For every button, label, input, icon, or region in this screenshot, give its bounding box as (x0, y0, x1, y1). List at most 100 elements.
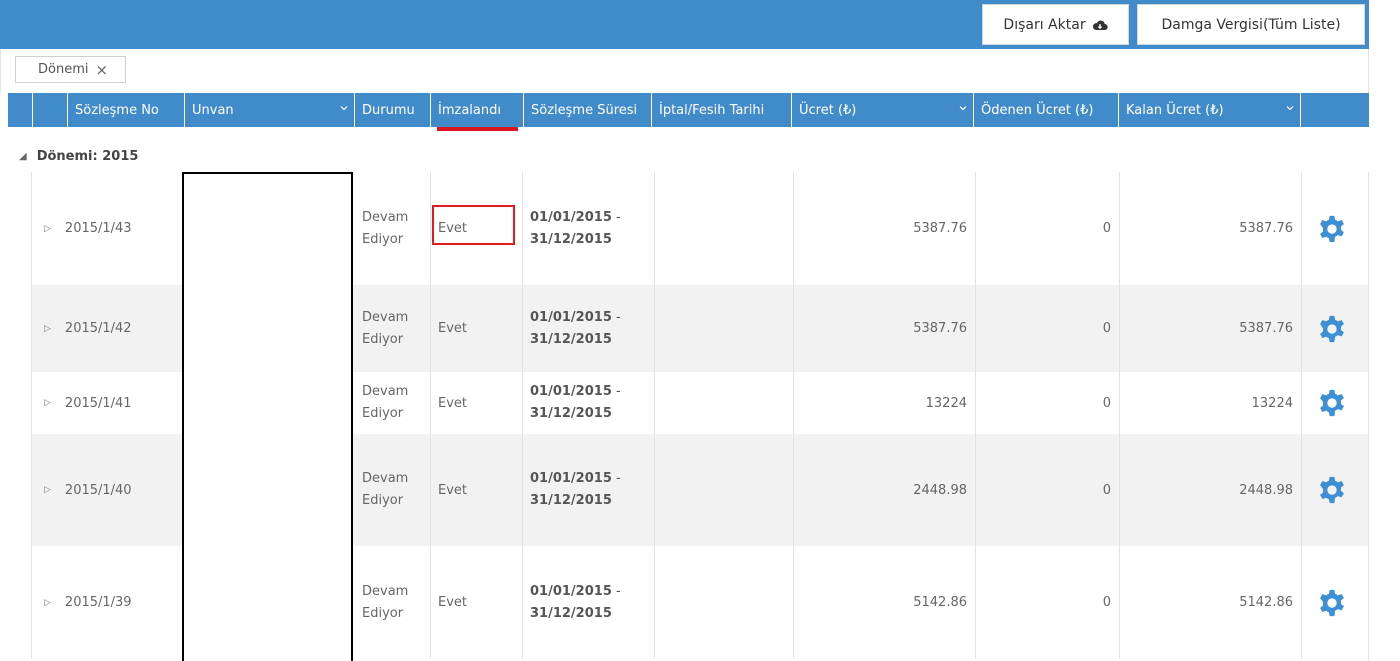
cell-sozlesme-suresi: 01/01/2015 -31/12/2015 (530, 209, 621, 247)
cell-durumu: Devam Ediyor (362, 434, 432, 546)
status-line-2: Ediyor (362, 231, 404, 247)
header-label: İptal/Fesih Tarihi (659, 102, 765, 118)
status-line-2: Ediyor (362, 493, 404, 508)
remaining-value: 5387.76 (1239, 321, 1293, 336)
header-unvan[interactable]: Unvan (184, 93, 354, 127)
end-date: 31/12/2015 (530, 331, 612, 347)
fee-value: 13224 (925, 395, 967, 411)
grid-header: Sözleşme No Unvan Durumu İmzalandı Sözle… (8, 93, 1369, 127)
expand-arrow-icon[interactable]: ▷ (44, 485, 51, 495)
header-label: Sözleşme Süresi (531, 102, 638, 118)
contract-no: 2015/1/40 (64, 482, 132, 498)
header-label: Unvan (192, 102, 234, 118)
cell-actions (1317, 172, 1367, 285)
cell-sozlesme-no: ▷ 2015/1/42 (32, 285, 184, 372)
cell-actions (1317, 434, 1367, 546)
remaining-value: 2448.98 (1239, 482, 1293, 498)
paid-value: 0 (1102, 221, 1111, 236)
expand-arrow-icon[interactable]: ▷ (44, 324, 51, 334)
cell-kalan: 5387.76 (1119, 285, 1301, 372)
cell-durumu: Devam Ediyor (362, 372, 432, 434)
close-icon[interactable]: × (95, 61, 108, 79)
signed-value: Evet (438, 395, 468, 411)
header-sozlesme-suresi[interactable]: Sözleşme Süresi (523, 93, 651, 127)
status-line-1: Devam (362, 471, 409, 486)
cell-sozlesme-no: ▷ 2015/1/40 (32, 434, 184, 546)
status-line-1: Devam (362, 583, 409, 599)
cell-ucret: 13224 (793, 372, 975, 434)
top-toolbar: Dışarı Aktar Damga Vergisi(Tüm Liste) (0, 0, 1369, 49)
chevron-down-icon[interactable] (340, 104, 348, 112)
group-chip-label: Dönemi (38, 62, 89, 77)
cell-actions (1317, 285, 1367, 372)
fee-value: 5387.76 (913, 221, 967, 236)
stamp-tax-button[interactable]: Damga Vergisi(Tüm Liste) (1137, 4, 1365, 45)
end-date: 31/12/2015 (530, 493, 612, 508)
header-odenen-ucret[interactable]: Ödenen Ücret (₺) (973, 93, 1118, 127)
end-date: 31/12/2015 (530, 406, 612, 421)
cell-ucret: 5142.86 (793, 546, 975, 659)
contract-no: 2015/1/41 (64, 395, 132, 411)
cell-kalan: 2448.98 (1119, 434, 1301, 546)
chevron-down-icon[interactable] (959, 104, 967, 112)
cell-durumu: Devam Ediyor (362, 285, 432, 372)
status-line-2: Ediyor (362, 406, 404, 421)
start-date: 01/01/2015 (530, 583, 612, 599)
cloud-icon (1092, 20, 1108, 30)
cell-sozlesme-no: ▷ 2015/1/41 (32, 372, 184, 434)
expand-arrow-icon[interactable]: ▷ (44, 224, 51, 234)
contract-no: 2015/1/39 (64, 595, 132, 610)
chevron-down-icon[interactable] (1286, 104, 1294, 112)
cell-odenen: 0 (975, 434, 1119, 546)
header-spacer-col (32, 93, 67, 127)
fee-value: 5387.76 (913, 321, 967, 336)
group-row-header[interactable]: ◢ Dönemi: 2015 (0, 140, 138, 172)
expand-arrow-icon[interactable]: ▷ (44, 598, 51, 608)
gear-icon[interactable] (1317, 314, 1347, 344)
cell-kalan: 5387.76 (1119, 172, 1301, 285)
header-durumu[interactable]: Durumu (354, 93, 430, 127)
status-line-1: Devam (362, 309, 409, 325)
cell-odenen: 0 (975, 285, 1119, 372)
cell-odenen: 0 (975, 546, 1119, 659)
highlight-box (432, 205, 515, 245)
remaining-value: 5142.86 (1239, 595, 1293, 610)
remaining-value: 5387.76 (1239, 221, 1293, 236)
cell-kalan: 13224 (1119, 372, 1301, 434)
header-ucret[interactable]: Ücret (₺) (791, 93, 973, 127)
header-imzalandi[interactable]: İmzalandı (430, 93, 523, 127)
paid-value: 0 (1102, 482, 1111, 498)
cell-imzalandi: Evet (438, 372, 518, 434)
gear-icon[interactable] (1317, 475, 1347, 505)
group-title: Dönemi: 2015 (36, 148, 139, 164)
cell-sozlesme-no: ▷ 2015/1/43 (32, 172, 184, 285)
cell-sozlesme-no: ▷ 2015/1/39 (32, 546, 184, 659)
status-line-2: Ediyor (362, 331, 404, 347)
header-sozlesme-no[interactable]: Sözleşme No (67, 93, 184, 127)
cell-kalan: 5142.86 (1119, 546, 1301, 659)
start-date: 01/01/2015 (530, 471, 612, 486)
header-label: Ödenen Ücret (₺) (981, 102, 1094, 118)
gear-icon[interactable] (1317, 388, 1347, 418)
export-button[interactable]: Dışarı Aktar (982, 4, 1129, 45)
gear-icon[interactable] (1317, 588, 1347, 618)
gear-icon[interactable] (1317, 214, 1347, 244)
stamp-tax-button-label: Damga Vergisi(Tüm Liste) (1161, 16, 1341, 33)
start-date: 01/01/2015 (530, 309, 612, 325)
expand-arrow-icon[interactable]: ▷ (44, 398, 51, 408)
cell-odenen: 0 (975, 172, 1119, 285)
group-chip-donemi[interactable]: Dönemi × (15, 56, 126, 83)
contract-no: 2015/1/43 (64, 221, 132, 236)
end-date: 31/12/2015 (530, 231, 612, 247)
status-line-1: Devam (362, 384, 409, 399)
status-line-1: Devam (362, 209, 409, 225)
signed-value: Evet (438, 595, 468, 610)
header-kalan-ucret[interactable]: Kalan Ücret (₺) (1118, 93, 1300, 127)
status-line-2: Ediyor (362, 605, 404, 621)
collapse-triangle-icon[interactable]: ◢ (19, 151, 27, 162)
cell-durumu: Devam Ediyor (362, 546, 432, 659)
cell-ucret: 5387.76 (793, 172, 975, 285)
header-iptal-fesih[interactable]: İptal/Fesih Tarihi (651, 93, 791, 127)
header-label: İmzalandı (438, 102, 501, 118)
remaining-value: 13224 (1251, 395, 1293, 411)
